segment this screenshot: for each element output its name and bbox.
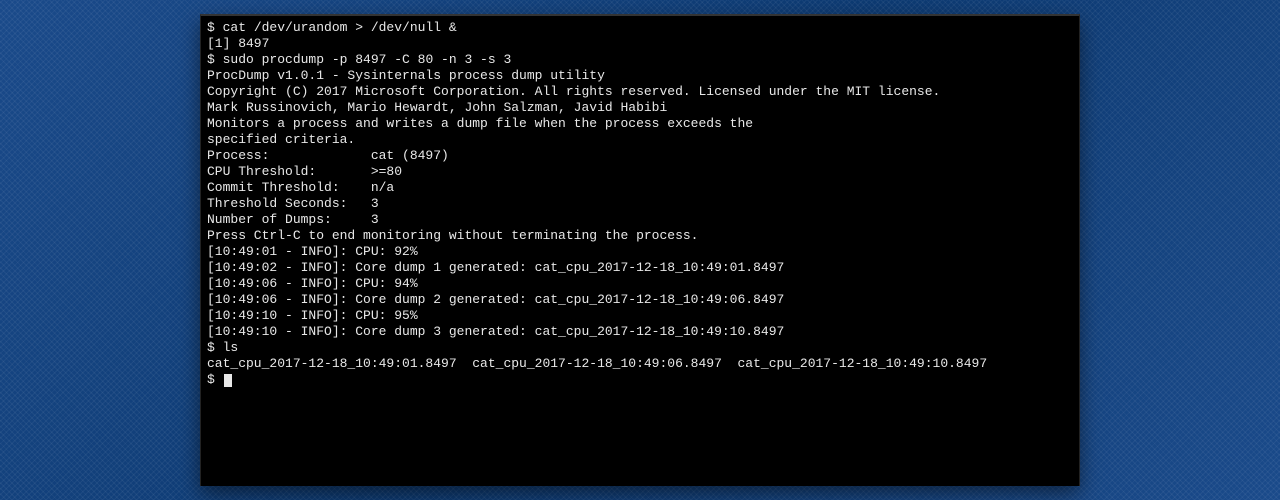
terminal-line: [10:49:06 - INFO]: CPU: 94% xyxy=(207,276,1073,292)
terminal-line: cat_cpu_2017-12-18_10:49:01.8497 cat_cpu… xyxy=(207,356,1073,372)
terminal-line: Process: cat (8497) xyxy=(207,148,1073,164)
terminal-line: ProcDump v1.0.1 - Sysinternals process d… xyxy=(207,68,1073,84)
terminal-line: $ ls xyxy=(207,340,1073,356)
terminal-line: Commit Threshold: n/a xyxy=(207,180,1073,196)
terminal-line: $ cat /dev/urandom > /dev/null & xyxy=(207,20,1073,36)
terminal-line: specified criteria. xyxy=(207,132,1073,148)
command-text: cat /dev/urandom > /dev/null & xyxy=(223,20,457,35)
shell-prompt: $ xyxy=(207,372,223,387)
shell-prompt: $ xyxy=(207,20,223,35)
terminal-line: Number of Dumps: 3 xyxy=(207,212,1073,228)
cursor-icon xyxy=(224,374,232,387)
terminal-line: Monitors a process and writes a dump fil… xyxy=(207,116,1073,132)
terminal-line: [10:49:10 - INFO]: CPU: 95% xyxy=(207,308,1073,324)
terminal-content: $ cat /dev/urandom > /dev/null & [1] 849… xyxy=(207,20,1073,388)
shell-prompt: $ xyxy=(207,340,223,355)
terminal-line: Threshold Seconds: 3 xyxy=(207,196,1073,212)
command-text: sudo procdump -p 8497 -C 80 -n 3 -s 3 xyxy=(223,52,512,67)
command-text: ls xyxy=(223,340,239,355)
terminal-line: [10:49:01 - INFO]: CPU: 92% xyxy=(207,244,1073,260)
terminal-line: $ sudo procdump -p 8497 -C 80 -n 3 -s 3 xyxy=(207,52,1073,68)
terminal-line: [10:49:02 - INFO]: Core dump 1 generated… xyxy=(207,260,1073,276)
terminal-line: Press Ctrl-C to end monitoring without t… xyxy=(207,228,1073,244)
terminal-window[interactable]: $ cat /dev/urandom > /dev/null & [1] 849… xyxy=(200,14,1080,486)
terminal-line: [10:49:10 - INFO]: Core dump 3 generated… xyxy=(207,324,1073,340)
terminal-line: Copyright (C) 2017 Microsoft Corporation… xyxy=(207,84,1073,100)
terminal-line: [1] 8497 xyxy=(207,36,1073,52)
terminal-line[interactable]: $ xyxy=(207,372,1073,388)
terminal-line: Mark Russinovich, Mario Hewardt, John Sa… xyxy=(207,100,1073,116)
terminal-line: CPU Threshold: >=80 xyxy=(207,164,1073,180)
terminal-line: [10:49:06 - INFO]: Core dump 2 generated… xyxy=(207,292,1073,308)
shell-prompt: $ xyxy=(207,52,223,67)
